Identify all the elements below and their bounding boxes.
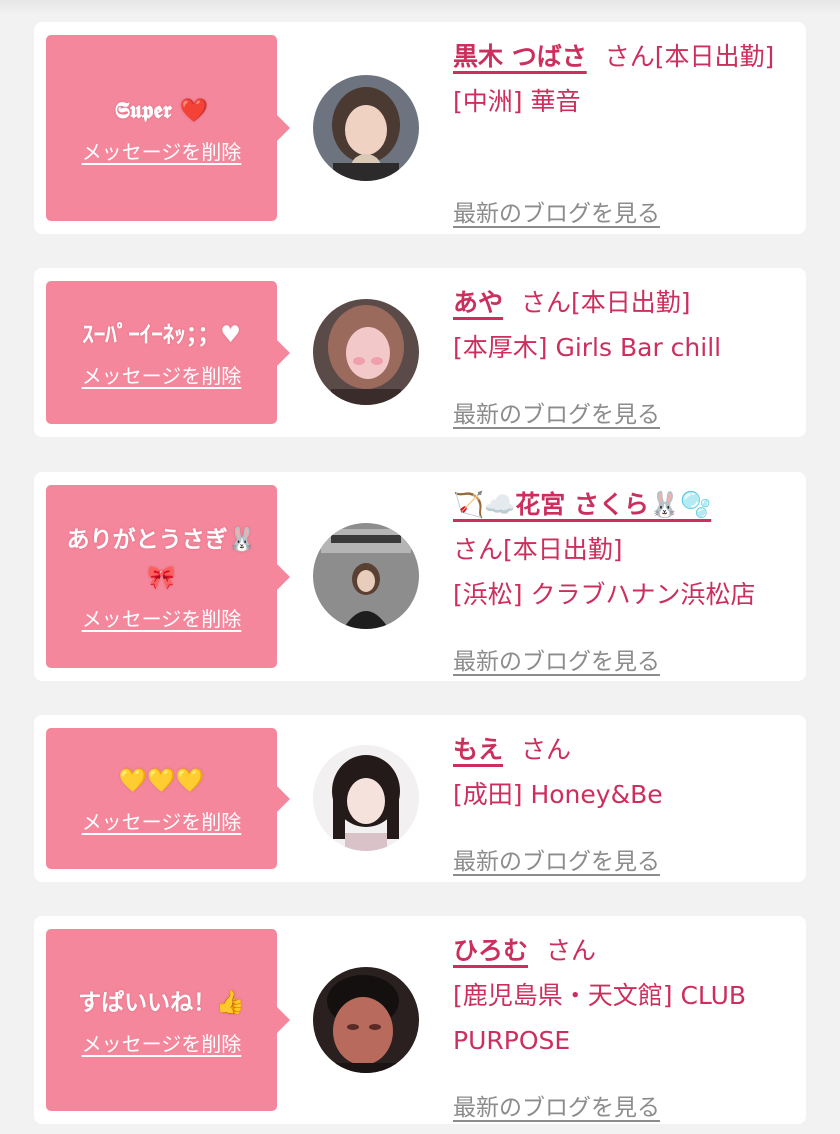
delete-message-link[interactable]: メッセージを削除 <box>82 136 242 165</box>
message-bubble: ｽｰﾊﾟｰｲｰﾈｯ；；♥ メッセージを削除 <box>46 281 290 424</box>
sender-info: あや さん[本日出勤] [本厚木] Girls Bar chill 最新のブログを… <box>453 280 798 428</box>
message-card: 𝕾𝖚𝖕𝖊𝖗 ❤️ メッセージを削除 黒木 つばさ さん[本日出勤] [中洲] 華音… <box>34 22 806 234</box>
avatar[interactable] <box>313 745 419 851</box>
message-text: 𝕾𝖚𝖕𝖊𝖗 ❤️ <box>114 97 209 124</box>
latest-blog-link[interactable]: 最新のブログを見る <box>453 840 660 885</box>
delete-message-link[interactable]: メッセージを削除 <box>82 360 242 389</box>
avatar[interactable] <box>313 299 419 405</box>
message-text: すぱいいね！👍 <box>78 989 245 1016</box>
sender-suffix: さん[本日出勤] <box>453 535 623 564</box>
poster-photo-icon <box>313 523 419 629</box>
sender-name-link[interactable]: 黒木 つばさ <box>453 42 587 71</box>
man-portrait-icon <box>313 967 419 1073</box>
sender-suffix: さん[本日出勤] <box>604 42 775 71</box>
sender-info: 🏹☁️花宮 さくら🐰🫧 さん[本日出勤] [浜松] クラブハナン浜松店 最新のブ… <box>453 482 798 675</box>
message-text: 💛💛💛 <box>118 768 205 794</box>
delete-message-link[interactable]: メッセージを削除 <box>82 603 242 632</box>
sender-name-link[interactable]: もえ <box>453 735 503 764</box>
message-card: ありがとうさぎ🐰🎀 メッセージを削除 🏹☁️花宮 さくら🐰🫧 さん[本日出勤] … <box>34 472 806 681</box>
delete-message-link[interactable]: メッセージを削除 <box>82 806 242 835</box>
shop-name: [中洲] 華音 <box>453 87 581 116</box>
sender-name-link[interactable]: ひろむ <box>453 936 528 965</box>
sender-info: ひろむ さん [鹿児島県・天文館] CLUB PURPOSE 最新のブログを見る <box>453 928 798 1121</box>
message-card: すぱいいね！👍 メッセージを削除 ひろむ さん [鹿児島県・天文館] CLUB P… <box>34 916 806 1124</box>
sender-suffix: さん[本日出勤] <box>521 288 691 317</box>
shop-name: [成田] Honey&Be <box>453 780 663 809</box>
message-bubble: 𝕾𝖚𝖕𝖊𝖗 ❤️ メッセージを削除 <box>46 35 290 221</box>
sender-info: 黒木 つばさ さん[本日出勤] [中洲] 華音 最新のブログを見る <box>453 34 798 227</box>
latest-blog-link[interactable]: 最新のブログを見る <box>453 393 660 438</box>
shop-name: [本厚木] Girls Bar chill <box>453 333 722 362</box>
girl-portrait-icon <box>313 745 419 851</box>
latest-blog-link[interactable]: 最新のブログを見る <box>453 192 660 237</box>
message-card: 💛💛💛 メッセージを削除 もえ さん [成田] Honey&Be 最新のブログを見… <box>34 715 806 882</box>
delete-message-link[interactable]: メッセージを削除 <box>82 1028 242 1057</box>
sender-suffix: さん <box>546 936 597 965</box>
message-card: ｽｰﾊﾟｰｲｰﾈｯ；；♥ メッセージを削除 あや さん[本日出勤] [本厚木] G… <box>34 268 806 437</box>
latest-blog-link[interactable]: 最新のブログを見る <box>453 1086 660 1131</box>
shop-name: [鹿児島県・天文館] CLUB PURPOSE <box>453 981 747 1055</box>
message-bubble: 💛💛💛 メッセージを削除 <box>46 728 290 869</box>
message-text: ありがとうさぎ🐰🎀 <box>66 527 257 591</box>
sender-suffix: さん <box>521 735 572 764</box>
avatar[interactable] <box>313 523 419 629</box>
message-bubble: すぱいいね！👍 メッセージを削除 <box>46 929 290 1111</box>
sender-name-link[interactable]: 🏹☁️花宮 さくら🐰🫧 <box>453 490 711 519</box>
girl-portrait-icon <box>313 299 419 405</box>
message-text: ｽｰﾊﾟｰｲｰﾈｯ；；♥ <box>82 322 241 348</box>
sender-name-link[interactable]: あや <box>453 288 503 317</box>
latest-blog-link[interactable]: 最新のブログを見る <box>453 640 660 685</box>
avatar[interactable] <box>313 75 419 181</box>
girl-portrait-icon <box>313 75 419 181</box>
avatar[interactable] <box>313 967 419 1073</box>
message-bubble: ありがとうさぎ🐰🎀 メッセージを削除 <box>46 485 290 668</box>
sender-info: もえ さん [成田] Honey&Be 最新のブログを見る <box>453 727 798 875</box>
shop-name: [浜松] クラブハナン浜松店 <box>453 580 756 609</box>
